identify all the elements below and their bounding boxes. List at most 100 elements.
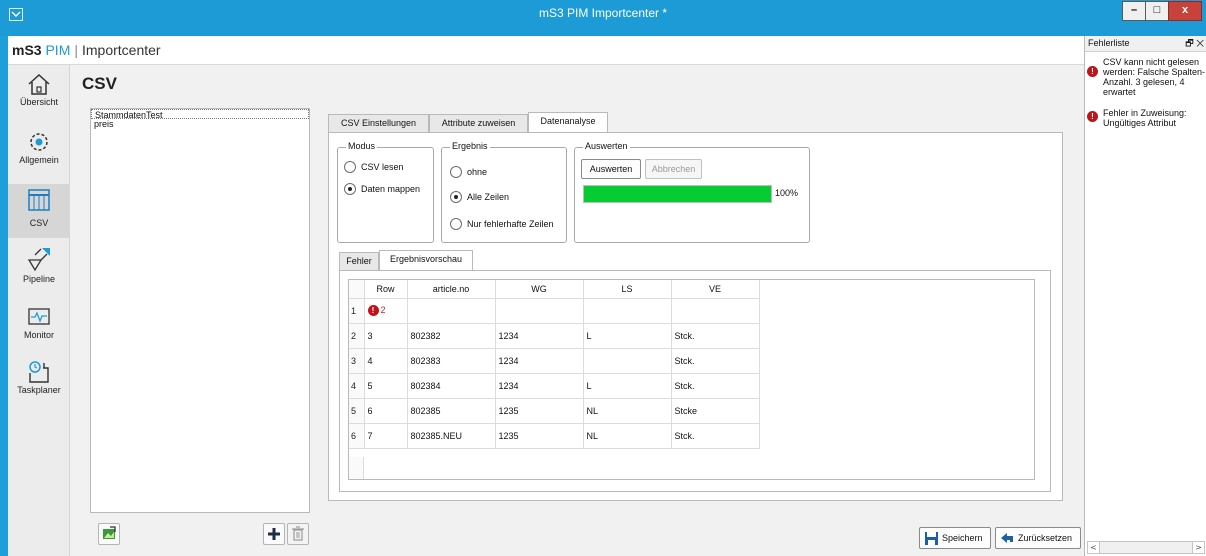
cell-wg[interactable]: 1235 bbox=[495, 423, 584, 449]
tab-csv-einstellungen[interactable]: CSV Einstellungen bbox=[328, 114, 429, 132]
cell-row[interactable]: 4 bbox=[364, 348, 408, 374]
nav-label: Pipeline bbox=[22, 274, 56, 284]
close-button[interactable]: x bbox=[1168, 1, 1202, 21]
scroll-right-button[interactable]: > bbox=[1192, 542, 1204, 553]
cell-row[interactable]: 5 bbox=[364, 373, 408, 399]
scroll-left-button[interactable]: < bbox=[1088, 542, 1100, 553]
abbrechen-button[interactable]: Abbrechen bbox=[645, 159, 702, 179]
cell-row[interactable]: 7 bbox=[364, 423, 408, 449]
cell-article-no[interactable]: 802385.NEU bbox=[407, 423, 496, 449]
file-list[interactable]: StammdatenTest preis bbox=[90, 108, 310, 513]
error-message: CSV kann nicht gelesen werden: Falsche S… bbox=[1103, 57, 1206, 97]
error-entry[interactable]: ! Fehler in Zuweisung: Ungültiges Attrib… bbox=[1087, 108, 1205, 132]
tab-attribute-zuweisen[interactable]: Attribute zuweisen bbox=[429, 114, 528, 132]
delete-file-button[interactable] bbox=[287, 523, 309, 545]
radio-label: Nur fehlerhafte Zeilen bbox=[467, 219, 554, 229]
cell-ls[interactable]: NL bbox=[583, 398, 672, 424]
cell-ls[interactable] bbox=[583, 348, 672, 374]
cell-ve[interactable]: Stck. bbox=[671, 423, 760, 449]
pipeline-icon bbox=[27, 248, 50, 272]
result-grid[interactable]: Row article.no WG LS VE 1! 2 2 3 802382 1234 L… bbox=[348, 279, 1035, 480]
column-header[interactable]: Row bbox=[364, 280, 408, 299]
modus-group: Modus CSV lesen Daten mappen bbox=[337, 141, 434, 243]
add-file-button[interactable] bbox=[263, 523, 285, 545]
radio-indicator bbox=[344, 161, 356, 173]
tab-fehler[interactable]: Fehler bbox=[339, 252, 379, 270]
nav-item-uebersicht[interactable]: Übersicht bbox=[8, 71, 70, 119]
cell-row[interactable]: 3 bbox=[364, 323, 408, 349]
table-row[interactable]: 2 3 802382 1234 L Stck. bbox=[349, 323, 760, 349]
cell-row[interactable]: ! 2 bbox=[364, 298, 408, 324]
cell-article-no[interactable]: 802382 bbox=[407, 323, 496, 349]
column-header[interactable]: VE bbox=[671, 280, 760, 299]
cell-ve[interactable] bbox=[671, 298, 760, 324]
file-item[interactable]: StammdatenTest bbox=[91, 109, 309, 120]
corner-cell bbox=[349, 280, 365, 299]
panel-controls[interactable]: 🗗 ✕ bbox=[1185, 36, 1204, 51]
nav-item-csv[interactable]: CSV bbox=[8, 184, 70, 238]
auswerten-title: Auswerten bbox=[583, 141, 630, 151]
progress-fill bbox=[584, 186, 771, 202]
column-header[interactable]: WG bbox=[495, 280, 584, 299]
cell-article-no[interactable]: 802384 bbox=[407, 373, 496, 399]
cell-ls[interactable]: L bbox=[583, 373, 672, 399]
cell-article-no[interactable]: 802385 bbox=[407, 398, 496, 424]
column-header[interactable]: article.no bbox=[407, 280, 496, 299]
nav-item-taskplaner[interactable]: Taskplaner bbox=[8, 359, 70, 407]
cell-ls[interactable]: NL bbox=[583, 423, 672, 449]
tab-datenanalyse[interactable]: Datenanalyse bbox=[528, 112, 608, 133]
radio-indicator bbox=[450, 166, 462, 178]
cell-value: 3 bbox=[367, 330, 373, 341]
cell-ve[interactable]: Stcke bbox=[671, 398, 760, 424]
modus-title: Modus bbox=[346, 141, 378, 151]
minimize-button[interactable]: – bbox=[1122, 1, 1146, 21]
cell-value: 6 bbox=[367, 405, 373, 416]
table-header-row: Row article.no WG LS VE bbox=[349, 280, 760, 299]
nav-label: Taskplaner bbox=[17, 385, 61, 395]
module-name: Importcenter bbox=[82, 42, 161, 58]
cell-row[interactable]: 6 bbox=[364, 398, 408, 424]
horizontal-scrollbar[interactable]: < > bbox=[1087, 541, 1205, 554]
cell-wg[interactable]: 1235 bbox=[495, 398, 584, 424]
cell-wg[interactable]: 1234 bbox=[495, 323, 584, 349]
page-title: CSV bbox=[82, 74, 117, 93]
tab-ergebnisvorschau[interactable]: Ergebnisvorschau bbox=[379, 250, 473, 271]
table-row[interactable]: 1! 2 bbox=[349, 298, 760, 324]
cell-wg[interactable]: 1234 bbox=[495, 373, 584, 399]
table-row[interactable]: 4 5 802384 1234 L Stck. bbox=[349, 373, 760, 399]
main-content: CSV StammdatenTest preis CSV Einstellung… bbox=[70, 65, 1084, 556]
table-row[interactable]: 5 6 802385 1235 NL Stcke bbox=[349, 398, 760, 424]
cell-ve[interactable]: Stck. bbox=[671, 348, 760, 374]
file-item[interactable]: preis bbox=[91, 119, 309, 129]
maximize-button[interactable]: □ bbox=[1145, 1, 1169, 21]
import-file-button[interactable] bbox=[98, 523, 120, 545]
result-table: Row article.no WG LS VE 1! 2 2 3 802382 1234 L… bbox=[349, 280, 760, 449]
nav-item-pipeline[interactable]: Pipeline bbox=[8, 246, 70, 294]
cell-ls[interactable]: L bbox=[583, 323, 672, 349]
cell-ve[interactable]: Stck. bbox=[671, 373, 760, 399]
table-row[interactable]: 3 4 802383 1234 Stck. bbox=[349, 348, 760, 374]
table-row[interactable]: 6 7 802385.NEU 1235 NL Stck. bbox=[349, 423, 760, 449]
zuruecksetzen-button[interactable]: Zurücksetzen bbox=[995, 527, 1081, 549]
column-header[interactable]: LS bbox=[583, 280, 672, 299]
row-header-filler bbox=[349, 457, 364, 479]
nav-item-monitor[interactable]: Monitor bbox=[8, 304, 70, 350]
speichern-button[interactable]: Speichern bbox=[919, 527, 991, 549]
brand: mS3 PIM | Importcenter bbox=[12, 42, 161, 58]
cell-article-no[interactable]: 802383 bbox=[407, 348, 496, 374]
nav-item-allgemein[interactable]: Allgemein bbox=[8, 129, 70, 175]
cell-wg[interactable]: 1234 bbox=[495, 348, 584, 374]
error-entry[interactable]: ! CSV kann nicht gelesen werden: Falsche… bbox=[1087, 57, 1205, 109]
row-error-icon: ! bbox=[367, 305, 379, 317]
cell-ve[interactable]: Stck. bbox=[671, 323, 760, 349]
cell-article-no[interactable] bbox=[407, 298, 496, 324]
error-icon: ! bbox=[1087, 111, 1098, 122]
auswerten-button[interactable]: Auswerten bbox=[581, 159, 641, 179]
cell-ls[interactable] bbox=[583, 298, 672, 324]
app-window: mS3 PIM Importcenter * – □ x mS3 PIM | Imp… bbox=[0, 0, 1206, 556]
title-bar[interactable]: mS3 PIM Importcenter * – □ x bbox=[0, 0, 1206, 36]
radio-indicator bbox=[450, 191, 462, 203]
error-icon: ! bbox=[1087, 66, 1098, 77]
gear-icon bbox=[30, 133, 48, 151]
cell-wg[interactable] bbox=[495, 298, 584, 324]
